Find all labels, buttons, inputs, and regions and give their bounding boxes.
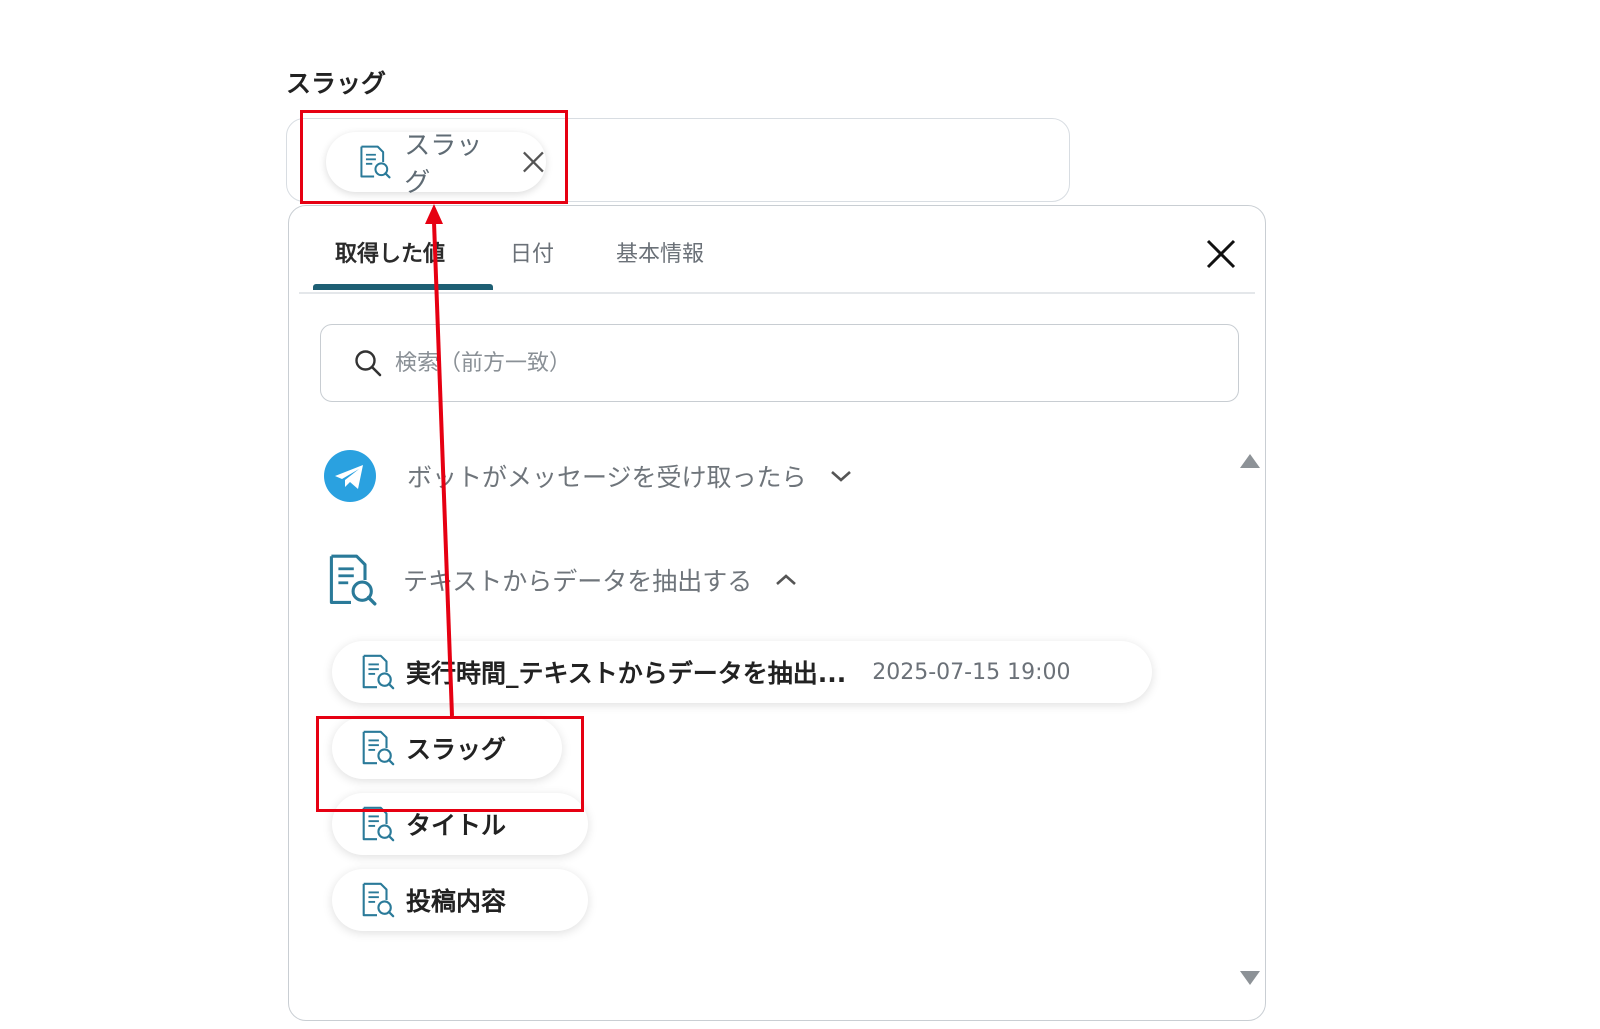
- search-box[interactable]: [320, 324, 1239, 402]
- tab-divider: [299, 292, 1255, 294]
- list-item-execution-time[interactable]: 実行時間_テキストからデータを抽出... 2025-07-15 19:00: [332, 641, 1152, 703]
- extract-data-icon: [358, 805, 396, 843]
- chevron-up-icon: [776, 574, 797, 585]
- list-item-title[interactable]: タイトル: [332, 793, 588, 855]
- list-item-post-content[interactable]: 投稿内容: [332, 869, 588, 931]
- telegram-icon: [324, 450, 376, 502]
- group-telegram-trigger[interactable]: ボットがメッセージを受け取ったら: [323, 449, 853, 503]
- item-label: 実行時間_テキストからデータを抽出...: [406, 659, 847, 688]
- item-label: タイトル: [406, 811, 507, 840]
- search-icon: [355, 350, 382, 377]
- scroll-down-arrow-icon[interactable]: [1239, 970, 1261, 986]
- tab-acquired-values[interactable]: 取得した値: [335, 236, 445, 268]
- search-input[interactable]: [393, 349, 1197, 377]
- chevron-down-icon: [830, 471, 851, 482]
- group-extract-text[interactable]: テキストからデータを抽出する: [323, 551, 798, 609]
- item-label: 投稿内容: [406, 887, 507, 916]
- selected-variable-chip[interactable]: スラッグ: [326, 131, 546, 198]
- variable-picker-panel: 取得した値 日付 基本情報 ボットがメッセージを受け取ったら テキストからデータ…: [288, 205, 1266, 1021]
- tab-date[interactable]: 日付: [510, 236, 554, 268]
- field-label: スラッグ: [286, 69, 387, 98]
- extract-data-icon: [358, 881, 396, 919]
- close-icon[interactable]: [1203, 236, 1239, 272]
- tab-bar: 取得した値 日付 基本情報: [313, 206, 1265, 293]
- active-tab-indicator: [313, 284, 493, 290]
- list-item-slug[interactable]: スラッグ: [332, 717, 562, 779]
- chip-label: スラッグ: [404, 131, 483, 198]
- extract-data-icon: [358, 729, 396, 767]
- extract-data-icon: [356, 143, 392, 181]
- scroll-up-arrow-icon[interactable]: [1239, 453, 1261, 469]
- extract-data-icon: [323, 551, 379, 609]
- group-label: テキストからデータを抽出する: [403, 567, 753, 596]
- item-label: スラッグ: [406, 735, 507, 764]
- item-value: 2025-07-15 19:00: [872, 659, 1071, 685]
- remove-chip-icon[interactable]: [521, 149, 546, 175]
- group-label: ボットがメッセージを受け取ったら: [407, 463, 807, 492]
- extract-data-icon: [358, 653, 396, 691]
- tab-basic-info[interactable]: 基本情報: [616, 236, 704, 268]
